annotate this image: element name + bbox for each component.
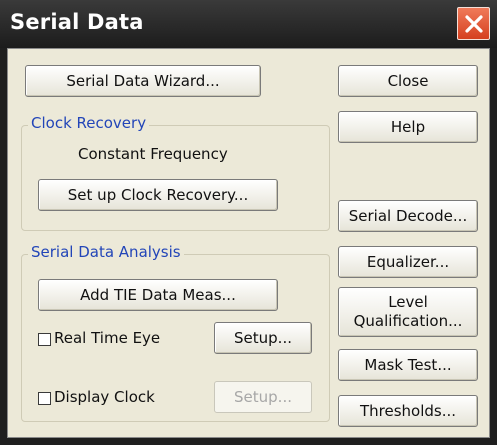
display-clock-setup-button: Setup... [214, 381, 312, 413]
equalizer-button[interactable]: Equalizer... [338, 246, 478, 278]
display-clock-checkbox[interactable] [38, 392, 51, 405]
serial-data-window: Serial Data Serial Data Wizard... Clock … [0, 0, 497, 445]
mask-test-button[interactable]: Mask Test... [338, 349, 478, 381]
window-title: Serial Data [10, 10, 144, 34]
serial-data-analysis-label: Serial Data Analysis [28, 243, 184, 261]
add-tie-data-meas-button[interactable]: Add TIE Data Meas... [38, 279, 278, 311]
thresholds-button[interactable]: Thresholds... [338, 395, 478, 427]
clock-recovery-mode-text: Constant Frequency [78, 145, 228, 163]
serial-data-wizard-button[interactable]: Serial Data Wizard... [25, 65, 261, 97]
level-qualification-button[interactable]: Level Qualification... [338, 287, 478, 337]
close-button[interactable]: Close [338, 65, 478, 97]
display-clock-label[interactable]: Display Clock [54, 388, 155, 406]
clock-recovery-label: Clock Recovery [28, 114, 150, 132]
help-button[interactable]: Help [338, 111, 478, 143]
serial-decode-button[interactable]: Serial Decode... [338, 200, 478, 232]
real-time-eye-label[interactable]: Real Time Eye [54, 329, 160, 347]
close-x-icon [465, 15, 483, 33]
title-bar[interactable]: Serial Data [0, 0, 497, 48]
dialog-body: Serial Data Wizard... Clock Recovery Con… [7, 48, 490, 438]
setup-clock-recovery-button[interactable]: Set up Clock Recovery... [38, 179, 278, 211]
real-time-eye-setup-button[interactable]: Setup... [214, 322, 312, 354]
real-time-eye-checkbox[interactable] [38, 333, 51, 346]
clock-recovery-group [21, 125, 330, 231]
window-close-button[interactable] [457, 7, 490, 40]
